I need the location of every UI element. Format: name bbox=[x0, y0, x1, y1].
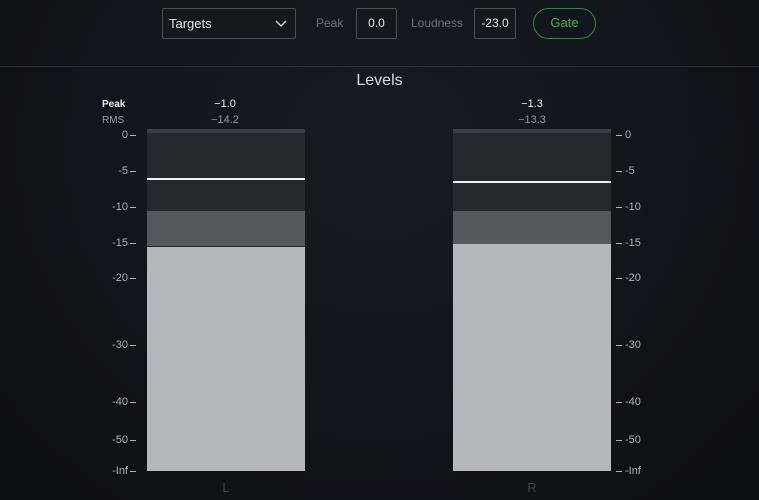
meter-top-strip bbox=[453, 129, 611, 133]
target-mode-select[interactable]: Targets bbox=[162, 8, 296, 39]
target-mode-value: Targets bbox=[169, 16, 212, 31]
scale-tick: -5 bbox=[616, 165, 635, 177]
gate-button[interactable]: Gate bbox=[533, 8, 596, 39]
scale-tick: -15 bbox=[112, 237, 136, 249]
meter-left bbox=[147, 129, 305, 471]
loudness-target-label: Loudness bbox=[411, 16, 464, 30]
scale-tick: -20 bbox=[112, 272, 136, 284]
rms-level-bar bbox=[147, 246, 305, 471]
scale-tick: 0 bbox=[616, 129, 631, 141]
scale-tick: -40 bbox=[112, 396, 136, 408]
meter-right bbox=[453, 129, 611, 471]
readout-rms-left: −14.2 bbox=[211, 114, 239, 126]
channel-label-left: L bbox=[222, 480, 230, 495]
peak-indicator bbox=[147, 178, 305, 181]
scale-tick: -30 bbox=[112, 339, 136, 351]
peak-target-field[interactable]: 0.0 bbox=[356, 8, 397, 39]
scale-tick: -5 bbox=[118, 165, 136, 177]
meter-top-strip bbox=[147, 129, 305, 133]
channel-label-right: R bbox=[527, 480, 537, 495]
scale-tick: -Inf bbox=[112, 465, 136, 477]
scale-tick: -50 bbox=[112, 434, 136, 446]
scale-tick: -50 bbox=[616, 434, 641, 446]
rms-hold-zone bbox=[453, 210, 611, 245]
peak-target-label: Peak bbox=[316, 16, 344, 30]
scale-tick: -15 bbox=[616, 237, 641, 249]
level-meter-app: Targets Peak 0.0 Loudness -23.0 Gate Lev… bbox=[0, 0, 759, 500]
rms-hold-zone bbox=[147, 210, 305, 247]
rms-level-bar bbox=[453, 244, 611, 471]
scale-tick: -Inf bbox=[616, 465, 641, 477]
loudness-target-field[interactable]: -23.0 bbox=[474, 8, 516, 39]
scale-tick: -20 bbox=[616, 272, 641, 284]
scale-tick: -10 bbox=[112, 201, 136, 213]
readout-peak-left: −1.0 bbox=[214, 98, 236, 110]
db-scale-right: 0 -5 -10 -15 -20 -30 -40 -50 -Inf bbox=[616, 0, 656, 500]
scale-tick: -40 bbox=[616, 396, 641, 408]
readout-rms-right: −13.3 bbox=[518, 114, 546, 126]
chevron-down-icon bbox=[275, 20, 287, 27]
scale-tick: -30 bbox=[616, 339, 641, 351]
scale-tick: -10 bbox=[616, 201, 641, 213]
scale-tick: 0 bbox=[122, 129, 136, 141]
peak-indicator bbox=[453, 181, 611, 184]
readout-peak-right: −1.3 bbox=[521, 98, 543, 110]
db-scale-left: 0 -5 -10 -15 -20 -30 -40 -50 -Inf bbox=[96, 0, 136, 500]
